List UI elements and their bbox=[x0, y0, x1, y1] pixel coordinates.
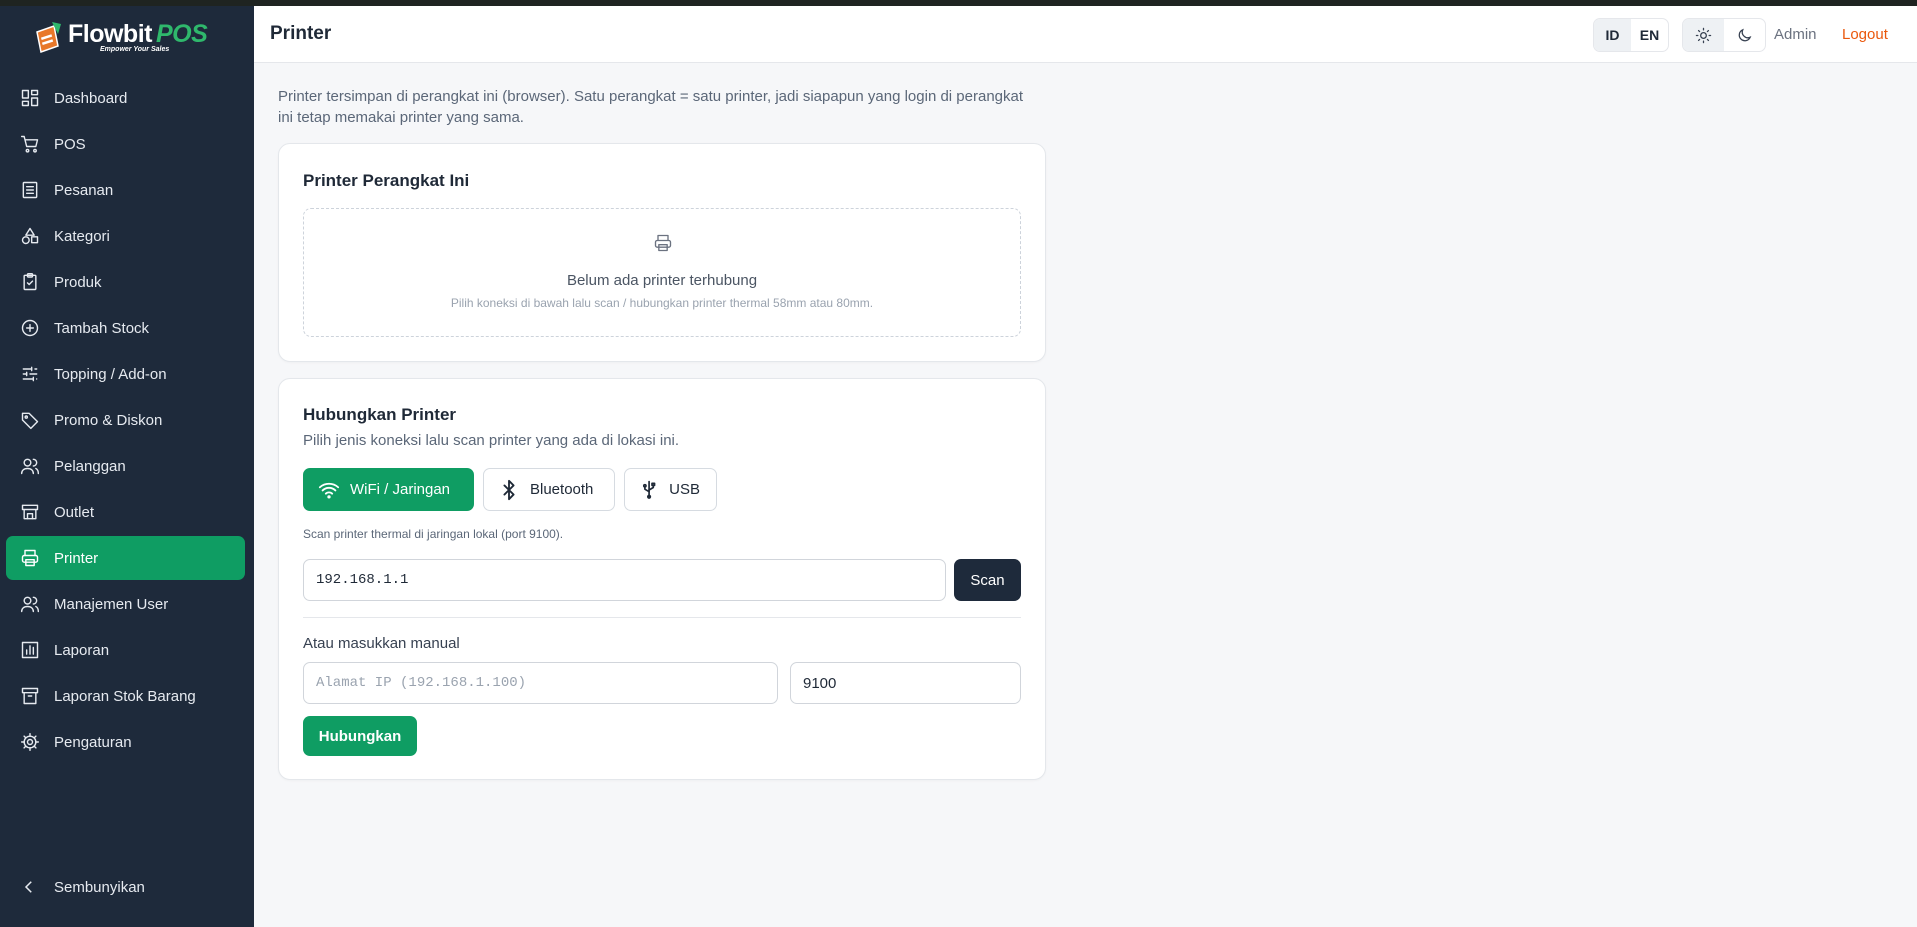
sidebar-item-pos[interactable]: POS bbox=[6, 122, 245, 166]
sidebar-item-pelanggan[interactable]: Pelanggan bbox=[6, 444, 245, 488]
sidebar-item-printer[interactable]: Printer bbox=[6, 536, 245, 580]
sidebar-item-label: POS bbox=[54, 135, 86, 153]
sidebar-item-label: Topping / Add-on bbox=[54, 365, 167, 383]
manual-ip-input[interactable] bbox=[303, 662, 778, 704]
sidebar-item-laporan[interactable]: Laporan bbox=[6, 628, 245, 672]
sidebar: Flowbit POS Empower Your Sales Dashboard … bbox=[0, 6, 254, 927]
page-title: Printer bbox=[270, 23, 332, 44]
sidebar-item-label: Produk bbox=[54, 273, 102, 291]
list-icon bbox=[20, 180, 40, 200]
tab-bluetooth-label: Bluetooth bbox=[530, 481, 594, 498]
no-printer-placeholder: Belum ada printer terhubung Pilih koneks… bbox=[303, 208, 1021, 337]
sidebar-item-label: Promo & Diskon bbox=[54, 411, 163, 429]
users-icon bbox=[20, 594, 40, 614]
sidebar-item-pesanan[interactable]: Pesanan bbox=[6, 168, 245, 212]
printer-icon bbox=[653, 233, 673, 253]
sun-icon bbox=[1695, 27, 1712, 43]
sidebar-item-pengaturan[interactable]: Pengaturan bbox=[6, 720, 245, 764]
sidebar-item-dashboard[interactable]: Dashboard bbox=[6, 76, 245, 120]
top-header: Printer ID EN Admin Logout bbox=[254, 6, 1917, 63]
sidebar-item-laporan-stok[interactable]: Laporan Stok Barang bbox=[6, 674, 245, 718]
sidebar-item-tambah-stock[interactable]: Tambah Stock bbox=[6, 306, 245, 350]
sidebar-nav: Dashboard POS Pesanan Kategori Produk Ta… bbox=[6, 76, 245, 766]
shapes-icon bbox=[20, 226, 40, 246]
port-input[interactable] bbox=[790, 662, 1021, 704]
printer-intro-text: Printer tersimpan di perangkat ini (brow… bbox=[278, 88, 1024, 126]
sidebar-item-label: Laporan bbox=[54, 641, 110, 659]
connect-button[interactable]: Hubungkan bbox=[303, 716, 417, 756]
users-icon bbox=[20, 456, 40, 476]
no-printer-subtitle: Pilih koneksi di bawah lalu scan / hubun… bbox=[450, 296, 874, 310]
store-icon bbox=[20, 502, 40, 522]
subnet-input[interactable] bbox=[303, 559, 946, 601]
sidebar-item-kategori[interactable]: Kategori bbox=[6, 214, 245, 258]
language-id-button[interactable]: ID bbox=[1594, 19, 1631, 51]
sidebar-item-label: Kategori bbox=[54, 227, 110, 245]
scan-button[interactable]: Scan bbox=[954, 559, 1021, 601]
logout-link[interactable]: Logout bbox=[1842, 26, 1888, 43]
language-switch: ID EN bbox=[1593, 18, 1669, 52]
brand-tagline: Empower Your Sales bbox=[100, 45, 170, 53]
plus-circle-icon bbox=[20, 318, 40, 338]
bar-chart-icon bbox=[20, 640, 40, 660]
sliders-icon bbox=[20, 364, 40, 384]
printer-icon bbox=[20, 548, 40, 568]
device-printer-card: Printer Perangkat Ini Belum ada printer … bbox=[278, 143, 1046, 362]
tab-wifi[interactable]: WiFi / Jaringan bbox=[303, 468, 474, 511]
sidebar-collapse-button[interactable]: Sembunyikan bbox=[20, 878, 145, 896]
bluetooth-icon bbox=[503, 479, 515, 500]
connect-printer-subtitle: Pilih jenis koneksi lalu scan printer ya… bbox=[303, 432, 680, 449]
sidebar-item-produk[interactable]: Produk bbox=[6, 260, 245, 304]
scan-hint: Scan printer thermal di jaringan lokal (… bbox=[303, 527, 564, 541]
user-name: Admin bbox=[1774, 26, 1817, 43]
dashboard-icon bbox=[20, 88, 40, 108]
usb-icon bbox=[642, 480, 656, 499]
device-printer-title: Printer Perangkat Ini bbox=[303, 171, 470, 190]
dark-theme-button[interactable] bbox=[1724, 19, 1765, 51]
sidebar-item-label: Pelanggan bbox=[54, 457, 126, 475]
light-theme-button[interactable] bbox=[1683, 19, 1724, 51]
tab-usb[interactable]: USB bbox=[624, 468, 717, 511]
logo-mark-icon bbox=[34, 20, 64, 54]
sidebar-item-label: Laporan Stok Barang bbox=[54, 687, 196, 705]
sidebar-item-label: Pengaturan bbox=[54, 733, 132, 751]
sidebar-item-label: Printer bbox=[54, 549, 99, 567]
tab-bluetooth[interactable]: Bluetooth bbox=[483, 468, 615, 511]
tab-usb-label: USB bbox=[669, 481, 700, 498]
sidebar-item-label: Dashboard bbox=[54, 89, 128, 107]
wifi-icon bbox=[318, 482, 340, 499]
sidebar-item-topping[interactable]: Topping / Add-on bbox=[6, 352, 245, 396]
brand-accent: POS bbox=[155, 19, 208, 48]
tab-wifi-label: WiFi / Jaringan bbox=[350, 481, 451, 498]
archive-icon bbox=[20, 686, 40, 706]
sidebar-item-outlet[interactable]: Outlet bbox=[6, 490, 245, 534]
manual-entry-label: Atau masukkan manual bbox=[303, 635, 460, 652]
brand-logo[interactable]: Flowbit POS Empower Your Sales bbox=[34, 16, 208, 58]
connection-type-tabs: WiFi / Jaringan Bluetooth USB bbox=[303, 468, 726, 511]
theme-switch bbox=[1682, 18, 1766, 52]
divider bbox=[303, 617, 1021, 618]
sidebar-item-label: Pesanan bbox=[54, 181, 114, 199]
cart-icon bbox=[20, 134, 40, 154]
sidebar-item-manajemen-user[interactable]: Manajemen User bbox=[6, 582, 245, 626]
sidebar-item-label: Manajemen User bbox=[54, 595, 169, 613]
chevron-left-icon bbox=[24, 881, 32, 893]
language-en-button[interactable]: EN bbox=[1631, 19, 1668, 51]
sidebar-item-label: Outlet bbox=[54, 503, 95, 521]
clipboard-check-icon bbox=[20, 272, 40, 292]
sidebar-item-promo[interactable]: Promo & Diskon bbox=[6, 398, 245, 442]
connect-printer-title: Hubungkan Printer bbox=[303, 405, 457, 424]
sidebar-collapse-label: Sembunyikan bbox=[54, 878, 145, 896]
sidebar-item-label: Tambah Stock bbox=[54, 319, 150, 337]
moon-icon bbox=[1738, 28, 1752, 41]
connect-printer-card: Hubungkan Printer Pilih jenis koneksi la… bbox=[278, 378, 1046, 780]
brand-name: Flowbit bbox=[68, 19, 152, 48]
no-printer-title: Belum ada printer terhubung bbox=[566, 272, 758, 289]
gear-icon bbox=[20, 732, 40, 752]
tag-icon bbox=[20, 410, 40, 430]
